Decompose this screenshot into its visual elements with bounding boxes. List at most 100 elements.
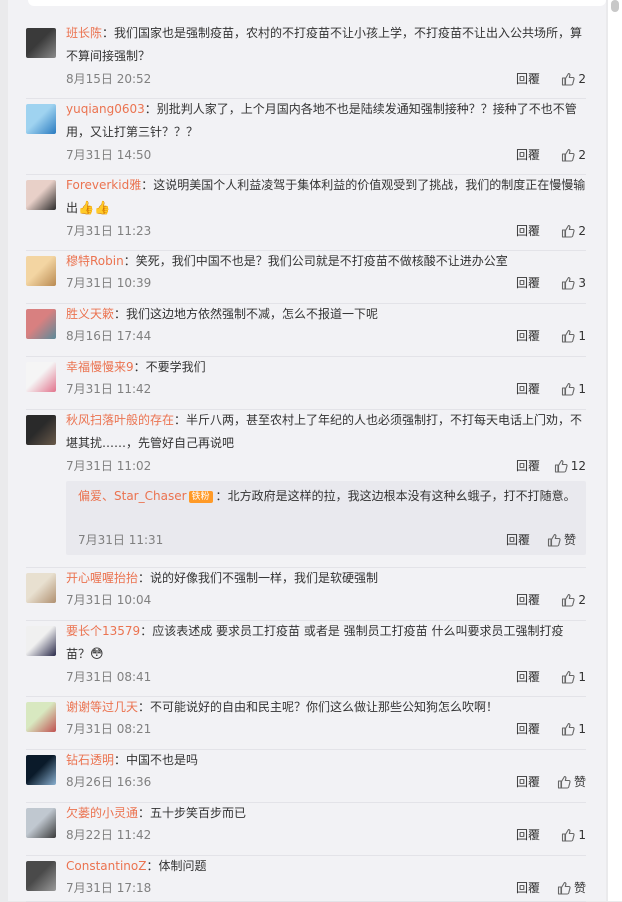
comment-meta: 8月16日 17:44 回覆 1: [66, 327, 586, 345]
like-button[interactable]: 赞: [536, 531, 576, 549]
avatar[interactable]: [26, 415, 56, 445]
username-link[interactable]: 胜义天簌: [66, 307, 114, 321]
comment-meta: 7月31日 11:23 回覆 2: [66, 222, 586, 240]
reply-button[interactable]: 回覆: [516, 720, 540, 738]
like-count: 1: [578, 828, 586, 842]
username-link[interactable]: yuqiang0603: [66, 102, 145, 116]
avatar[interactable]: [26, 256, 56, 286]
like-button[interactable]: 1: [546, 380, 586, 398]
colon-separator: ：: [138, 700, 151, 714]
sub-reply-text: 偏爱、Star_Chaser 铁粉 ：北方政府是这样的拉，我这边根本没有这种幺蛾子，…: [78, 485, 576, 508]
username-link[interactable]: 班长陈: [66, 26, 102, 40]
like-button[interactable]: 12: [546, 457, 586, 475]
like-button[interactable]: 2: [546, 222, 586, 240]
timestamp: 7月31日 11:31: [78, 533, 164, 547]
comment-item: yuqiang0603：别批判人家了，上个月国内各地不也是陆续发通知强制接种？？…: [26, 98, 586, 175]
like-count: 2: [578, 224, 586, 238]
colon-separator: ：: [141, 178, 154, 192]
avatar[interactable]: [26, 755, 56, 785]
comment-content: 说的好像我们不强制一样，我们是软硬强制: [150, 571, 379, 585]
comment-content: 北方政府是这样的拉，我这边根本没有这种幺蛾子，打不打随意。: [227, 489, 576, 503]
comment-text: 秋风扫落叶般的存在：半斤八两，甚至农村上了年纪的人也必须强制打，不打每天电话上门…: [66, 409, 586, 455]
reply-button[interactable]: 回覆: [516, 146, 540, 164]
comment-item: 班长陈：我们国家也是强制疫苗，农村的不打疫苗不让小孩上学，不打疫苗不让出入公共场…: [26, 22, 586, 99]
avatar[interactable]: [26, 309, 56, 339]
avatar[interactable]: [26, 626, 56, 656]
username-link[interactable]: 钻石透明: [66, 753, 114, 767]
avatar[interactable]: [26, 861, 56, 891]
colon-separator: ：: [138, 806, 151, 820]
comment-meta: 8月15日 20:52 回覆 2: [66, 70, 586, 88]
like-button[interactable]: 2: [546, 591, 586, 609]
reply-button[interactable]: 回覆: [516, 70, 540, 88]
like-button[interactable]: 3: [546, 274, 586, 292]
avatar[interactable]: [26, 180, 56, 210]
comment-content: 笑死，我们中国不也是？我们公司就是不打疫苗不做核酸不让进办公室: [135, 254, 508, 268]
flushed-emoji-icon: 😳: [90, 647, 104, 662]
reply-button[interactable]: 回覆: [516, 879, 540, 897]
reply-button[interactable]: 回覆: [516, 327, 540, 345]
comment-item: 要长个13579：应该表述成 要求员工打疫苗 或者是 强制员工打疫苗 什么叫要求…: [26, 620, 586, 697]
scrollbar[interactable]: [608, 0, 622, 901]
comment-text: 胜义天簌：我们这边地方依然强制不减，怎么不报道一下呢: [66, 303, 586, 326]
username-link[interactable]: 穆特Robin: [66, 254, 124, 268]
username-link[interactable]: ConstantinoZ: [66, 859, 146, 873]
avatar[interactable]: [26, 28, 56, 58]
timestamp: 7月31日 08:41: [66, 670, 152, 684]
comment-item: 谢谢等过几天：不可能说好的自由和民主呢？你们这么做让那些公知狗怎么吹啊！ 7月31…: [26, 696, 586, 750]
reply-button[interactable]: 回覆: [516, 274, 540, 292]
comment-meta: 7月31日 11:02 回覆 12: [66, 457, 586, 475]
scrollbar-thumb[interactable]: [611, 0, 619, 12]
like-button[interactable]: 赞: [546, 773, 586, 791]
like-button[interactable]: 1: [546, 826, 586, 844]
reply-button[interactable]: 回覆: [516, 773, 540, 791]
like-count: 2: [578, 72, 586, 86]
avatar[interactable]: [26, 104, 56, 134]
username-link[interactable]: 谢谢等过几天: [66, 700, 138, 714]
comment-meta: 7月31日 14:50 回覆 2: [66, 146, 586, 164]
like-count: 1: [578, 722, 586, 736]
like-button[interactable]: 1: [546, 668, 586, 686]
comment-meta: 7月31日 08:41 回覆 1: [66, 668, 586, 686]
username-link[interactable]: 秋风扫落叶般的存在: [66, 413, 174, 427]
like-button[interactable]: 1: [546, 327, 586, 345]
avatar[interactable]: [26, 362, 56, 392]
comment-content: 我们这边地方依然强制不减，怎么不报道一下呢: [126, 307, 379, 321]
username-link[interactable]: 开心喔喔抬抬: [66, 571, 138, 585]
colon-separator: ：: [146, 859, 159, 873]
reply-button[interactable]: 回覆: [516, 380, 540, 398]
comment-meta: 7月31日 17:18 回覆 赞: [66, 879, 586, 897]
comment-text: 开心喔喔抬抬：说的好像我们不强制一样，我们是软硬强制: [66, 567, 586, 590]
colon-separator: ：: [102, 26, 115, 40]
comment-content: 五十步笑百步而已: [150, 806, 247, 820]
comment-text: 谢谢等过几天：不可能说好的自由和民主呢？你们这么做让那些公知狗怎么吹啊！: [66, 696, 586, 719]
reply-button[interactable]: 回覆: [516, 668, 540, 686]
like-button[interactable]: 赞: [546, 879, 586, 897]
like-button[interactable]: 1: [546, 720, 586, 738]
username-link[interactable]: 要长个13579: [66, 624, 140, 638]
timestamp: 7月31日 11:42: [66, 382, 152, 396]
reply-button[interactable]: 回覆: [516, 826, 540, 844]
timestamp: 7月31日 10:04: [66, 593, 152, 607]
comment-content: 不要学我们: [145, 360, 206, 374]
like-button[interactable]: 2: [546, 146, 586, 164]
reply-button[interactable]: 回覆: [516, 457, 540, 475]
avatar[interactable]: [26, 808, 56, 838]
username-link[interactable]: Foreverkid雅: [66, 178, 141, 192]
colon-separator: ：: [114, 307, 127, 321]
username-link[interactable]: 幸福慢慢来9: [66, 360, 134, 374]
username-link[interactable]: 偏爱、Star_Chaser: [78, 489, 187, 503]
comment-text: ConstantinoZ：体制问题: [66, 855, 586, 878]
thumbs-up-icon: [561, 722, 578, 736]
like-button[interactable]: 2: [546, 70, 586, 88]
avatar[interactable]: [26, 702, 56, 732]
username-link[interactable]: 欠蒌的小灵通: [66, 806, 138, 820]
reply-button[interactable]: 回覆: [516, 222, 540, 240]
comment-meta: 7月31日 10:04 回覆 2: [66, 591, 586, 609]
panel-top-edge: [28, 0, 606, 6]
colon-separator: ：: [138, 571, 151, 585]
reply-button[interactable]: 回覆: [516, 591, 540, 609]
avatar[interactable]: [26, 573, 56, 603]
colon-separator: ：: [123, 254, 136, 268]
reply-button[interactable]: 回覆: [506, 531, 530, 549]
